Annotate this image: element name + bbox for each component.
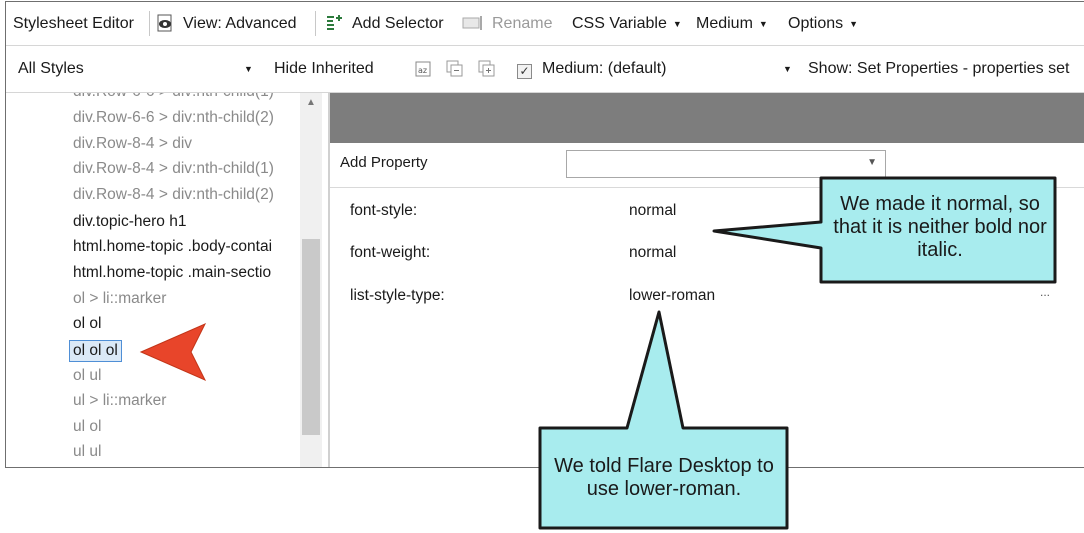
scrollbar-thumb[interactable] xyxy=(302,239,320,435)
medium-label: Medium xyxy=(696,15,753,32)
main-toolbar: Stylesheet Editor View: Advanced Add Sel… xyxy=(6,2,1084,46)
property-name[interactable]: font-style: xyxy=(350,202,417,220)
css-variable-label: CSS Variable xyxy=(572,15,667,32)
view-icon[interactable] xyxy=(156,2,174,45)
chevron-down-icon[interactable]: ▼ xyxy=(783,46,792,92)
filter-toolbar: All Styles ▼ Hide Inherited az ✓ Medium: xyxy=(6,46,1084,93)
selector-list-scrollbar[interactable]: ▲ xyxy=(300,93,322,467)
toolbar-separator xyxy=(315,11,316,36)
selector-item[interactable]: ul > li::marker xyxy=(73,392,166,410)
all-styles-dropdown[interactable]: All Styles xyxy=(18,46,84,92)
callout-bottom: We told Flare Desktop to use lower-roman… xyxy=(545,455,783,515)
collapse-all-icon[interactable] xyxy=(446,46,464,92)
selector-item[interactable]: ol ol xyxy=(73,315,101,333)
medium-default-checkbox[interactable]: ✓ xyxy=(517,46,532,92)
expand-all-icon[interactable] xyxy=(478,46,496,92)
options-menu[interactable]: Options ▼ xyxy=(788,2,858,45)
chevron-down-icon[interactable]: ▼ xyxy=(244,46,253,92)
hide-inherited-button[interactable]: Hide Inherited xyxy=(274,46,374,92)
stylesheet-editor-title: Stylesheet Editor xyxy=(13,15,134,32)
selector-item[interactable]: ol ul xyxy=(73,367,101,385)
rename-button: Rename xyxy=(492,15,553,32)
selector-item[interactable]: div.Row-6-6 > div:nth-child(1) xyxy=(73,93,274,101)
property-value[interactable]: normal xyxy=(629,202,676,220)
more-options-button[interactable]: ... xyxy=(1040,285,1050,299)
selector-item[interactable]: div.Row-8-4 > div xyxy=(73,135,192,153)
rename-icon xyxy=(462,2,484,45)
selector-item[interactable]: div.Row-8-4 > div:nth-child(1) xyxy=(73,160,274,178)
css-variable-menu[interactable]: CSS Variable ▼ xyxy=(572,2,682,45)
sort-az-icon[interactable]: az xyxy=(414,46,432,92)
properties-header-bar xyxy=(330,93,1084,143)
property-name[interactable]: font-weight: xyxy=(350,244,430,262)
selector-item[interactable]: ul ol xyxy=(73,418,101,436)
chevron-down-icon: ▼ xyxy=(867,157,877,168)
selector-item[interactable]: div.topic-hero h1 xyxy=(73,213,186,231)
red-pointer-arrow-icon xyxy=(139,322,207,382)
callout-top: We made it normal, so that it is neither… xyxy=(826,193,1054,273)
chevron-down-icon: ▼ xyxy=(758,19,768,29)
add-selector-button[interactable]: Add Selector xyxy=(352,2,444,45)
selector-item[interactable]: ul ul xyxy=(73,443,101,461)
selector-item[interactable]: html.home-topic .main-sectio xyxy=(73,264,271,282)
toolbar-separator xyxy=(149,11,150,36)
selector-item[interactable]: ol > li::marker xyxy=(73,290,166,308)
add-property-label: Add Property xyxy=(340,154,428,171)
property-value[interactable]: normal xyxy=(629,244,676,262)
chevron-down-icon: ▼ xyxy=(849,19,859,29)
scroll-up-icon[interactable]: ▲ xyxy=(300,97,322,108)
callout-bottom-text: We told Flare Desktop to use lower-roman… xyxy=(554,455,774,500)
property-name[interactable]: list-style-type: xyxy=(350,287,445,305)
selector-item[interactable]: div.Row-6-6 > div:nth-child(2) xyxy=(73,109,274,127)
medium-menu[interactable]: Medium ▼ xyxy=(696,2,768,45)
add-property-dropdown[interactable]: ▼ xyxy=(566,150,886,178)
medium-default-label: Medium: (default) xyxy=(542,60,667,77)
selector-item[interactable]: div.Row-8-4 > div:nth-child(2) xyxy=(73,186,274,204)
callout-top-text: We made it normal, so that it is neither… xyxy=(833,193,1047,261)
selector-item[interactable]: html.home-topic .body-contai xyxy=(73,238,272,256)
show-filter-dropdown[interactable]: Show: Set Properties - properties set xyxy=(808,46,1069,92)
selector-list: div.Row-6-6 > div:nth-child(1) div.Row-6… xyxy=(6,93,328,467)
svg-text:az: az xyxy=(418,66,427,75)
view-advanced-button[interactable]: View: Advanced xyxy=(183,2,297,45)
options-label: Options xyxy=(788,15,844,32)
add-selector-icon[interactable] xyxy=(324,2,344,45)
selector-item-selected[interactable]: ol ol ol xyxy=(69,340,122,362)
check-icon: ✓ xyxy=(517,64,532,79)
chevron-down-icon: ▼ xyxy=(672,19,682,29)
